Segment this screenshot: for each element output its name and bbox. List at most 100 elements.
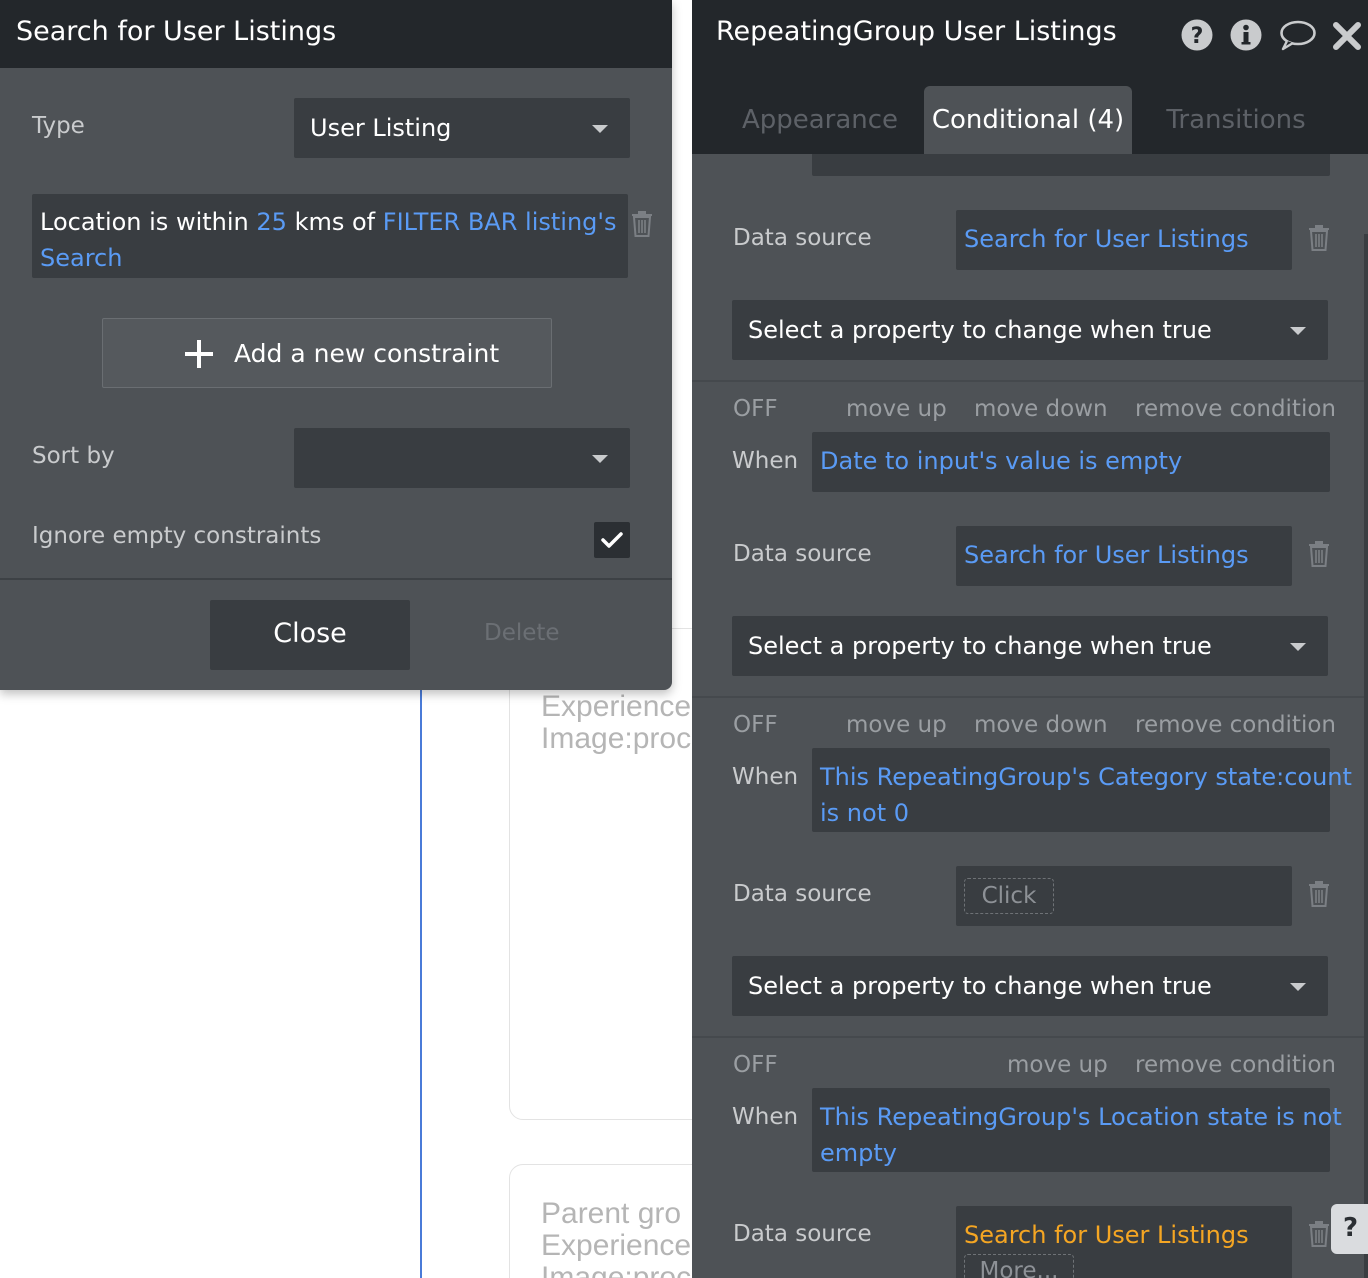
when-expression[interactable]: Date to input's value is empty: [812, 432, 1330, 492]
type-dropdown[interactable]: User Listing: [294, 98, 630, 158]
canvas-card-text: Parent gro: [541, 1198, 682, 1230]
search-editor-popup: Search for User Listings Type User Listi…: [0, 0, 672, 690]
close-icon[interactable]: [1332, 18, 1362, 52]
data-source-field[interactable]: Search for User Listings More...: [956, 1206, 1292, 1278]
svg-text:?: ?: [1191, 24, 1204, 49]
chevron-down-icon: [1290, 643, 1306, 651]
data-source-label: Data source: [733, 225, 872, 251]
move-up-link[interactable]: move up: [846, 396, 947, 422]
data-source-field[interactable]: Click: [956, 866, 1292, 926]
data-source-label: Data source: [733, 541, 872, 567]
when-expression-text: This RepeatingGroup's Location state is …: [820, 1103, 1342, 1131]
add-constraint-label: Add a new constraint: [234, 339, 500, 368]
ignore-empty-label: Ignore empty constraints: [32, 523, 322, 549]
chevron-down-icon: [592, 125, 608, 133]
property-dropdown[interactable]: Select a property to change when true: [732, 300, 1328, 360]
panel-title: RepeatingGroup User Listings: [716, 16, 1117, 47]
floating-help-button[interactable]: ?: [1331, 1204, 1368, 1254]
move-down-link[interactable]: move down: [974, 712, 1108, 738]
remove-condition-link[interactable]: remove condition: [1135, 712, 1336, 738]
tab-transitions[interactable]: Transitions: [1152, 86, 1320, 154]
trash-icon[interactable]: [1308, 1221, 1330, 1247]
data-source-label: Data source: [733, 881, 872, 907]
tab-conditional[interactable]: Conditional (4): [924, 86, 1132, 154]
data-source-label: Data source: [733, 1221, 872, 1247]
plus-icon: [185, 340, 213, 368]
condition-toggle[interactable]: OFF: [733, 396, 778, 422]
sort-by-dropdown[interactable]: [294, 428, 630, 488]
ignore-empty-checkbox[interactable]: [594, 522, 630, 558]
trash-icon[interactable]: [631, 211, 653, 237]
close-button-label: Close: [273, 618, 347, 649]
constraint-text[interactable]: Location is within 25 kms of FILTER BAR …: [40, 204, 620, 276]
data-source-field[interactable]: Search for User Listings: [956, 526, 1292, 586]
when-label: When: [732, 764, 799, 790]
canvas-card[interactable]: Parent gro Experience Image:proc: [509, 1164, 709, 1278]
popup-title: Search for User Listings: [16, 16, 337, 47]
type-dropdown-value: User Listing: [310, 114, 452, 142]
chevron-down-icon: [1290, 983, 1306, 991]
click-placeholder[interactable]: Click: [964, 878, 1054, 914]
tab-appearance[interactable]: Appearance: [730, 86, 910, 154]
constraint-row[interactable]: Location is within 25 kms of FILTER BAR …: [32, 194, 628, 278]
property-dropdown[interactable]: Select a property to change when true: [732, 616, 1328, 676]
when-expression-text: This RepeatingGroup's Category state:cou…: [820, 763, 1352, 791]
checkmark-icon: [601, 532, 623, 548]
canvas-guide-line: [420, 690, 422, 1278]
comment-icon[interactable]: [1279, 18, 1317, 52]
property-dropdown[interactable]: Select a property to change when true: [732, 956, 1328, 1016]
canvas-card-text: Experience: [541, 1230, 692, 1262]
when-expression-text-cont: empty: [820, 1139, 897, 1167]
constraint-prefix: Location is within: [40, 208, 249, 236]
info-icon[interactable]: [1229, 18, 1263, 52]
constraint-source-cont[interactable]: Search: [40, 244, 122, 272]
when-expression[interactable]: This RepeatingGroup's Location state is …: [812, 1088, 1342, 1172]
remove-condition-link[interactable]: remove condition: [1135, 1052, 1336, 1078]
property-dropdown-placeholder: Select a property to change when true: [748, 632, 1212, 660]
condition-toggle[interactable]: OFF: [733, 1052, 778, 1078]
panel-header: RepeatingGroup User Listings ? Appearanc…: [692, 0, 1368, 154]
canvas-card[interactable]: Experience Image:proc: [509, 628, 709, 1120]
property-dropdown-placeholder: Select a property to change when true: [748, 972, 1212, 1000]
constraint-distance[interactable]: 25: [256, 208, 287, 236]
constraint-source[interactable]: FILTER BAR listing's: [383, 208, 617, 236]
trash-icon[interactable]: [1308, 225, 1330, 251]
popup-divider: [0, 578, 672, 580]
chevron-down-icon: [1290, 327, 1306, 335]
property-dropdown-placeholder: Select a property to change when true: [748, 316, 1212, 344]
data-source-field[interactable]: Search for User Listings: [956, 210, 1292, 270]
when-expression[interactable]: This RepeatingGroup's Category state:cou…: [812, 748, 1352, 832]
canvas-card-text: Experience: [541, 691, 692, 723]
type-label: Type: [32, 113, 85, 139]
property-editor-panel: Data source Search for User Listings Sel…: [692, 0, 1368, 1278]
condition-toggle[interactable]: OFF: [733, 712, 778, 738]
more-button[interactable]: More...: [964, 1254, 1074, 1278]
close-button[interactable]: Close: [210, 600, 410, 670]
help-icon[interactable]: ?: [1180, 18, 1214, 52]
move-up-link[interactable]: move up: [1007, 1052, 1108, 1078]
move-down-link[interactable]: move down: [974, 396, 1108, 422]
condition-divider: [692, 696, 1368, 698]
when-expression-text: Date to input's value is empty: [820, 447, 1183, 475]
when-label: When: [732, 448, 799, 474]
trash-icon[interactable]: [1308, 881, 1330, 907]
floating-help-label: ?: [1343, 1213, 1359, 1243]
constraint-of: of: [351, 208, 376, 236]
constraint-unit: kms: [294, 208, 345, 236]
trash-icon[interactable]: [1308, 541, 1330, 567]
remove-condition-link[interactable]: remove condition: [1135, 396, 1336, 422]
when-label: When: [732, 1104, 799, 1130]
panel-scrollbar[interactable]: [1364, 234, 1368, 1278]
add-constraint-button[interactable]: Add a new constraint: [102, 318, 552, 388]
canvas-card-text: Image:proc: [541, 1262, 701, 1278]
data-source-value: Search for User Listings: [964, 1221, 1249, 1249]
move-up-link[interactable]: move up: [846, 712, 947, 738]
data-source-value: Search for User Listings: [964, 225, 1249, 253]
canvas-card-text: Image:proc: [541, 723, 692, 755]
sort-by-label: Sort by: [32, 443, 115, 469]
popup-header: Search for User Listings: [0, 0, 672, 68]
condition-divider: [692, 380, 1368, 382]
when-expression-text-cont: is not 0: [820, 799, 910, 827]
delete-button[interactable]: Delete: [484, 620, 560, 646]
condition-divider: [692, 1036, 1368, 1038]
